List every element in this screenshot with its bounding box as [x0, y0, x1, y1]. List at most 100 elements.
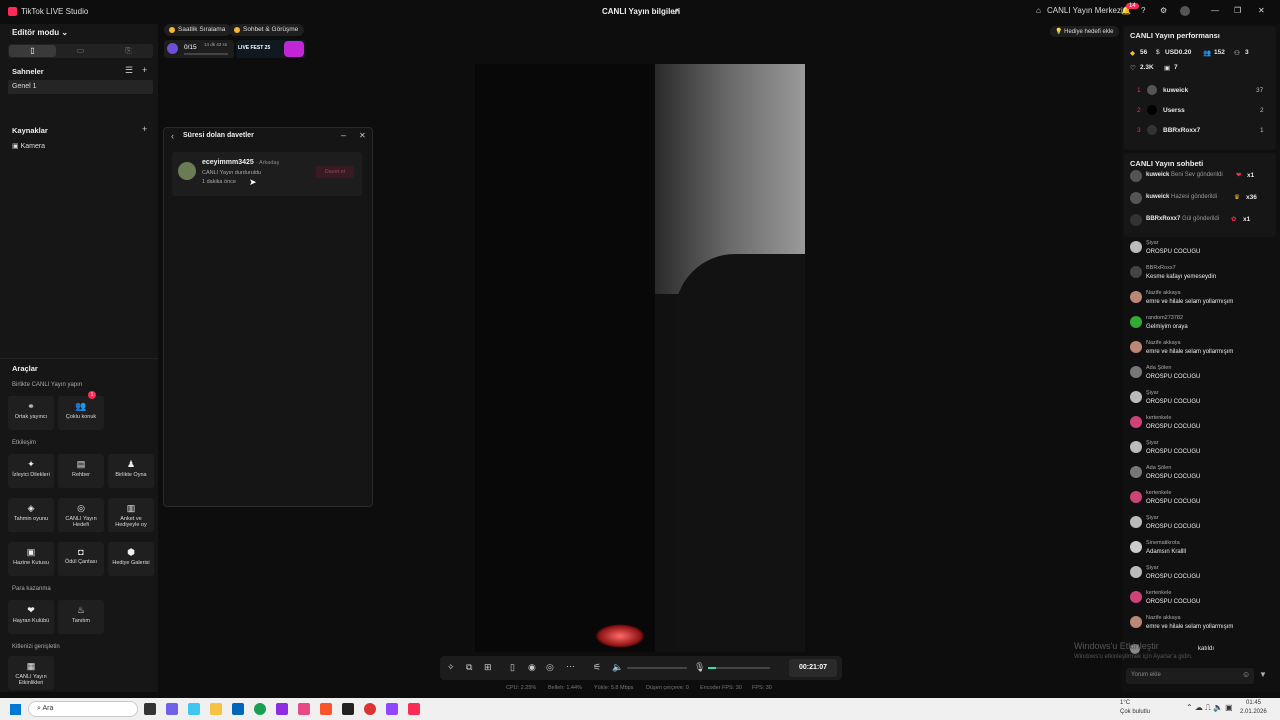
lock-layout-button[interactable]: ⎘: [105, 45, 152, 57]
fest-progress[interactable]: 0/15 14 dk 43 sn: [164, 40, 234, 58]
hourly-ranking-tag[interactable]: Saatlik Sıralama: [164, 24, 232, 36]
chat-user[interactable]: Ada Şölen: [1146, 365, 1171, 371]
avatar: [1147, 85, 1157, 95]
gift-gallery-button[interactable]: ⬢ Hediye Galerisi: [108, 542, 154, 576]
chat-user[interactable]: BBRxRoxx7: [1146, 265, 1176, 271]
multi-guest-button[interactable]: 1 👥 Çoklu konuk: [58, 391, 104, 430]
avatar[interactable]: [1180, 6, 1190, 16]
chat-user[interactable]: Sinematikrota: [1146, 540, 1180, 546]
live-goal-button[interactable]: ◎ CANLI Yayın Hedefi: [58, 498, 104, 532]
invite-button[interactable]: Davet et: [316, 166, 354, 178]
explorer-icon[interactable]: [210, 703, 222, 715]
back-icon[interactable]: ‹: [171, 131, 174, 141]
close-dialog-icon[interactable]: ✕: [359, 131, 366, 140]
microphone-icon[interactable]: 🎙: [694, 662, 705, 673]
promote-button[interactable]: ♨ Tanıtım: [58, 600, 104, 634]
chrome-icon[interactable]: [254, 703, 266, 715]
prediction-game-button[interactable]: ◈ Tahmin oyunu: [8, 498, 54, 532]
copilot-icon[interactable]: [188, 703, 200, 715]
poll-button[interactable]: ▥ Anket ve Hediyeyle oy: [108, 498, 154, 532]
treasure-box-button[interactable]: ▣ Hazine Kutusu: [8, 542, 54, 576]
taskbar-search[interactable]: ⌕ Ara: [28, 701, 138, 717]
scene-icon[interactable]: ⧉: [466, 662, 472, 673]
chat-user[interactable]: kertenkele: [1146, 590, 1171, 596]
chat-user[interactable]: Nazife akkaya: [1146, 340, 1181, 346]
chat-user[interactable]: Nazife akkaya: [1146, 290, 1181, 296]
clock-date[interactable]: 2.01.2026: [1240, 709, 1267, 715]
video-preview[interactable]: [475, 64, 805, 652]
app-icon[interactable]: [342, 703, 354, 715]
rank-name[interactable]: BBRxRoxx7: [1163, 127, 1200, 134]
live-info-title[interactable]: CANLI Yayın bilgileri: [602, 7, 680, 16]
task-view-icon[interactable]: [144, 703, 156, 715]
scene-item[interactable]: Genel 1: [8, 80, 153, 94]
chat-user[interactable]: Şiyar: [1146, 565, 1159, 571]
rank-name[interactable]: Userss: [1163, 107, 1185, 114]
more-icon[interactable]: ⋯: [566, 661, 575, 672]
chat-user[interactable]: Şiyar: [1146, 440, 1159, 446]
live-center-button[interactable]: CANLI Yayın Merkezi: [1047, 6, 1123, 15]
close-icon[interactable]: ✕: [1258, 6, 1265, 15]
filter-icon[interactable]: ▼: [1259, 670, 1267, 679]
live-events-button[interactable]: ▦ CANLI Yayın Etkinlikleri: [8, 656, 54, 690]
co-host-button[interactable]: ⚭ Ortak yayıncı: [8, 396, 54, 430]
app-icon[interactable]: [364, 703, 376, 715]
add-source-icon[interactable]: +: [142, 124, 147, 134]
reward-bag-button[interactable]: ◘ Ödül Çantası: [58, 542, 104, 576]
chat-user[interactable]: random273782: [1146, 315, 1183, 321]
effects-icon[interactable]: ✧: [447, 662, 455, 673]
minimize-icon[interactable]: —: [1211, 6, 1219, 15]
teams-icon[interactable]: [166, 703, 178, 715]
fan-club-button[interactable]: ❤ Hayran Kulübü: [8, 600, 54, 634]
mic-slider[interactable]: [708, 667, 770, 669]
tray-icons[interactable]: ⌃ ☁ ⎍ 🔈 ▣: [1186, 703, 1233, 713]
fest-banner[interactable]: LIVE FEST 25: [236, 40, 306, 58]
store-icon[interactable]: [232, 703, 244, 715]
rank-name[interactable]: kuweick: [1163, 87, 1188, 94]
clock-time[interactable]: 01:45: [1246, 700, 1261, 706]
rank-value: 2: [1260, 107, 1264, 114]
guide-button[interactable]: ▤ Rehber: [58, 454, 104, 488]
home-icon[interactable]: ⌂: [1036, 6, 1041, 15]
chat-user[interactable]: kertenkele: [1146, 415, 1171, 421]
comment-input[interactable]: Yorum ekle: [1126, 668, 1254, 684]
volume-slider[interactable]: [627, 667, 687, 669]
help-icon[interactable]: ?: [1141, 6, 1145, 15]
portrait-layout-button[interactable]: ▯: [9, 45, 56, 57]
record-icon[interactable]: ◉: [528, 662, 536, 673]
chat-user[interactable]: kertenkele: [1146, 490, 1171, 496]
restore-icon[interactable]: ❐: [1234, 6, 1241, 15]
weather-temp[interactable]: 1°C: [1120, 700, 1130, 706]
gear-icon[interactable]: ⚙: [1160, 6, 1167, 15]
weather-text[interactable]: Çok bulutlu: [1120, 709, 1150, 715]
list-icon[interactable]: ☰: [125, 65, 133, 76]
app-icon[interactable]: [276, 703, 288, 715]
play-together-button[interactable]: ♟ Birlikte Oyna: [108, 454, 154, 488]
chat-user[interactable]: Şiyar: [1146, 515, 1159, 521]
chat-user[interactable]: Şiyar: [1146, 390, 1159, 396]
tiktok-taskbar-icon[interactable]: [408, 703, 420, 715]
chat-user[interactable]: Ada Şölen: [1146, 465, 1171, 471]
phone-icon[interactable]: ▯: [510, 662, 515, 673]
minimize-dialog-icon[interactable]: –: [341, 130, 346, 140]
chat-user[interactable]: Nazife akkaya: [1146, 615, 1181, 621]
speaker-icon[interactable]: 🔈: [612, 662, 623, 673]
chat-user[interactable]: Şiyar: [1146, 240, 1159, 246]
chat-tag[interactable]: Sohbet & Görüşme: [229, 24, 305, 36]
app-icon[interactable]: [386, 703, 398, 715]
gift-goal-button[interactable]: 💡 Hediye hedefi ekle: [1050, 26, 1119, 37]
add-media-icon[interactable]: ⊞: [484, 662, 492, 673]
viewer-wishes-button[interactable]: ✦ İzleyici Dilekleri: [8, 454, 54, 488]
sources-title: Kaynaklar: [12, 126, 48, 135]
capture-icon[interactable]: ◎: [546, 662, 554, 673]
editor-mode-dropdown[interactable]: Editör modu ⌄: [12, 28, 68, 37]
emoji-icon[interactable]: ☺: [1242, 670, 1250, 679]
settings-sliders-icon[interactable]: ⚟: [593, 662, 601, 673]
add-scene-icon[interactable]: +: [142, 65, 147, 75]
windows-start-icon[interactable]: [10, 704, 21, 715]
app-icon[interactable]: [298, 703, 310, 715]
brave-icon[interactable]: [320, 703, 332, 715]
share-icon[interactable]: ⇗: [672, 6, 680, 17]
source-item-camera[interactable]: ▣ Kamera: [12, 142, 45, 150]
landscape-layout-button[interactable]: ▭: [57, 45, 104, 57]
